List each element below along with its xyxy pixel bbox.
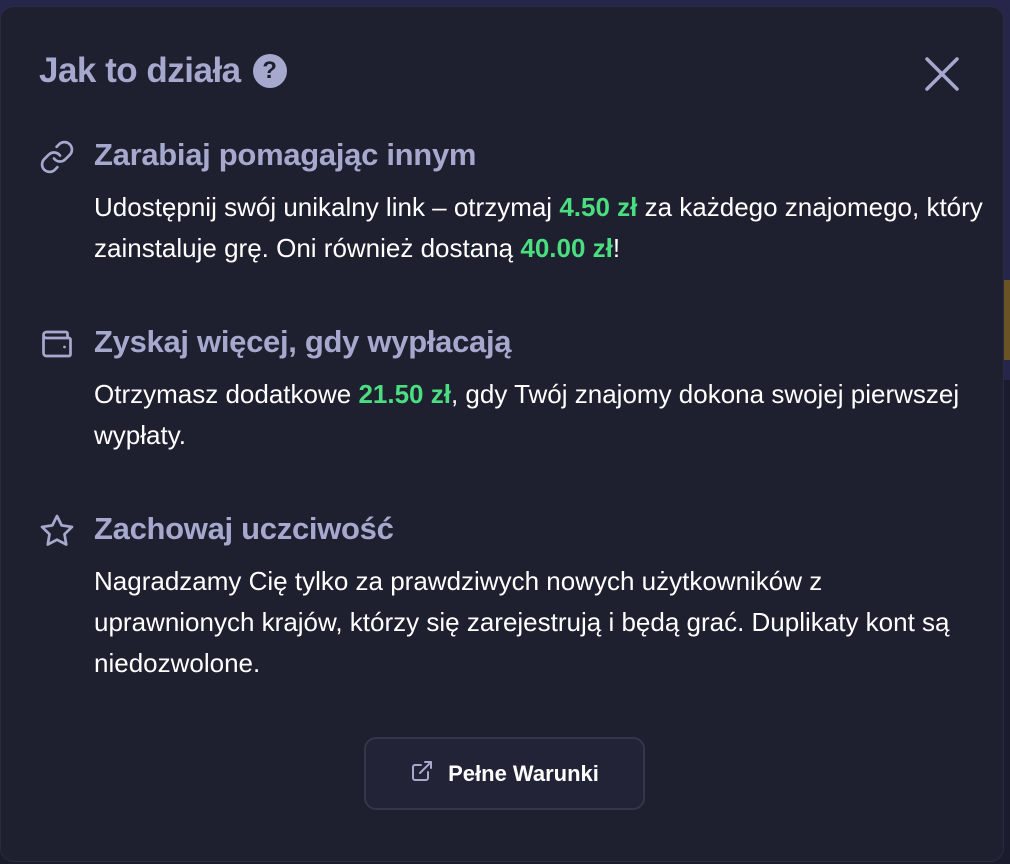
section-description: Otrzymasz dodatkowe 21.50 zł, gdy Twój z… [94,379,960,450]
close-icon[interactable] [921,53,963,95]
external-link-icon [410,759,434,788]
section-description: Udostępnij swój unikalny link – otrzymaj… [94,192,983,263]
section-title: Zyskaj więcej, gdy wypłacają [94,324,512,359]
full-terms-label: Pełne Warunki [448,760,599,786]
question-circle-icon[interactable]: ? [252,54,287,88]
section-title: Zachowaj uczciwość [94,511,394,546]
section-title: Zarabiaj pomagając innym [94,137,477,172]
friend-bonus-amount: 40.00 zł [520,233,613,263]
withdrawal-bonus-amount: 21.50 zł [358,379,451,409]
wallet-icon [39,326,75,362]
reward-amount: 4.50 zł [559,192,638,222]
modal-header: Jak to działa ? [39,51,287,91]
full-terms-button[interactable]: Pełne Warunki [364,737,645,810]
star-icon [39,513,75,549]
modal-title: Jak to działa [39,51,241,90]
link-icon [39,139,75,175]
how-it-works-modal: Jak to działa ? Zarabiaj pomagając innym… [0,6,1004,862]
section-description: Nagradzamy Cię tylko za prawdziwych nowy… [94,566,950,678]
